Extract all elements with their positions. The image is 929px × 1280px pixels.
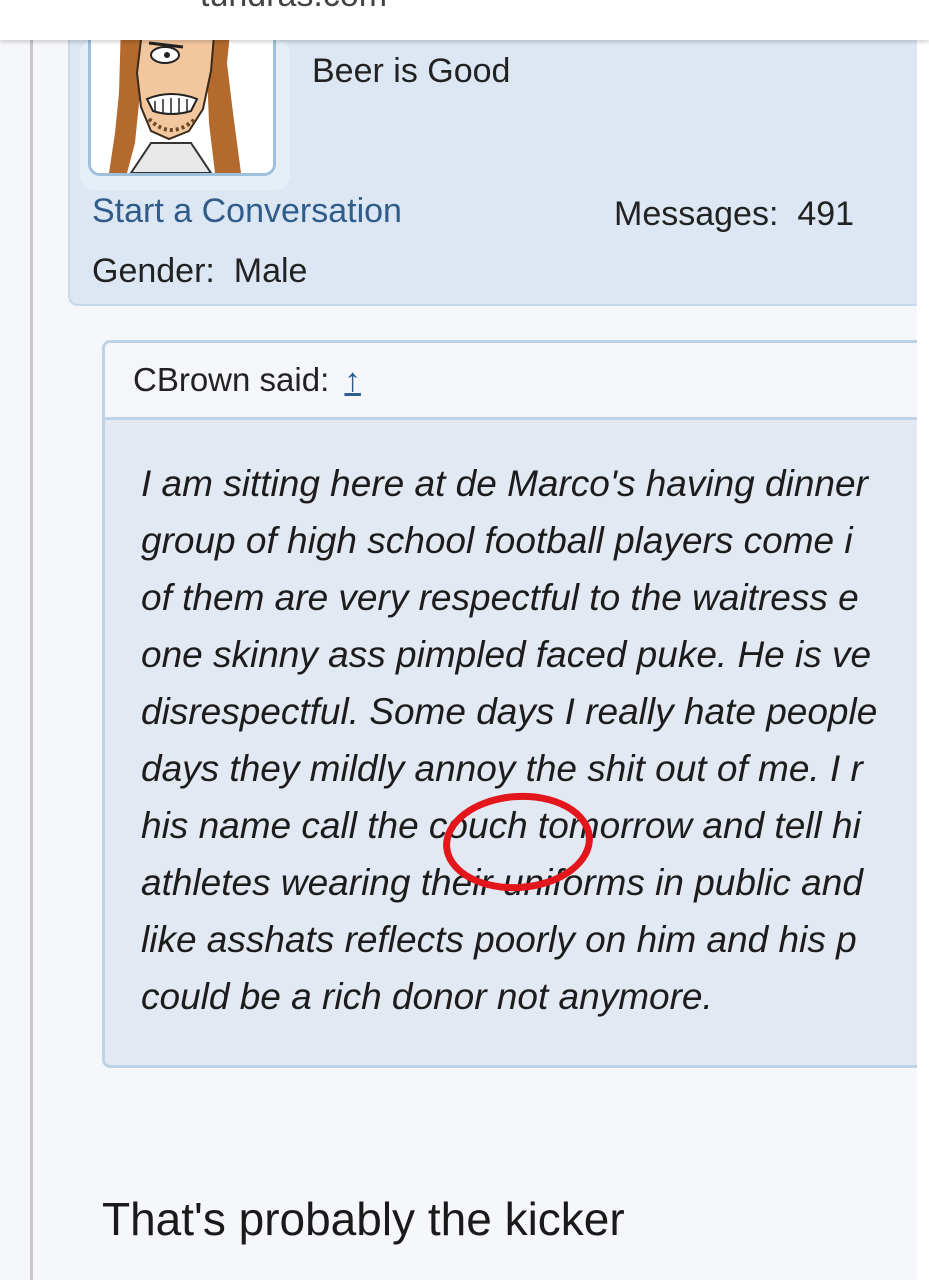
quote-line: group of high school football players co… — [141, 520, 853, 561]
gender-stat: Gender: Male — [92, 252, 307, 291]
start-conversation-link[interactable]: Start a Conversation — [92, 192, 402, 231]
avatar[interactable] — [88, 20, 276, 176]
gender-label: Gender: — [92, 252, 215, 290]
page-edge — [917, 40, 929, 1280]
gender-value: Male — [233, 252, 308, 290]
jump-to-quote-arrow-icon[interactable]: ↑ — [344, 361, 361, 398]
messages-stat: Messages: 491 — [614, 195, 854, 234]
url-text[interactable]: tundras.com — [200, 0, 387, 15]
reply-text: That's probably the kicker — [102, 1193, 625, 1245]
quote-line: one skinny ass pimpled faced puke. He is… — [141, 634, 872, 675]
cartoon-avatar-icon — [91, 23, 273, 173]
quote-line: disrespectful. Some days I really hate p… — [141, 691, 878, 732]
user-title: Beer is Good — [312, 52, 511, 90]
quote-block: CBrown said: ↑ I am sitting here at de M… — [102, 340, 929, 1068]
quote-line: I am sitting here at de Marco's having d… — [141, 463, 868, 504]
quote-header: CBrown said: ↑ — [105, 343, 929, 420]
messages-count: 491 — [797, 195, 855, 233]
quote-line: like asshats reflects poorly on him and … — [141, 919, 857, 960]
browser-address-bar[interactable]: tundras.com — [0, 0, 929, 40]
quote-line: days they mildly annoy the shit out of m… — [141, 748, 863, 789]
quote-line: could be a rich donor not anymore. — [141, 976, 713, 1017]
quote-author-name: CBrown said: — [133, 361, 330, 398]
quote-author: CBrown said: ↑ — [133, 361, 361, 399]
thread-rail — [30, 40, 33, 1280]
messages-label: Messages: — [614, 195, 779, 233]
quote-line: of them are very respectful to the waitr… — [141, 577, 859, 618]
quote-body: I am sitting here at de Marco's having d… — [141, 455, 929, 1025]
forum-page: tundras.com Beer is Good Start a Co — [0, 0, 929, 1280]
